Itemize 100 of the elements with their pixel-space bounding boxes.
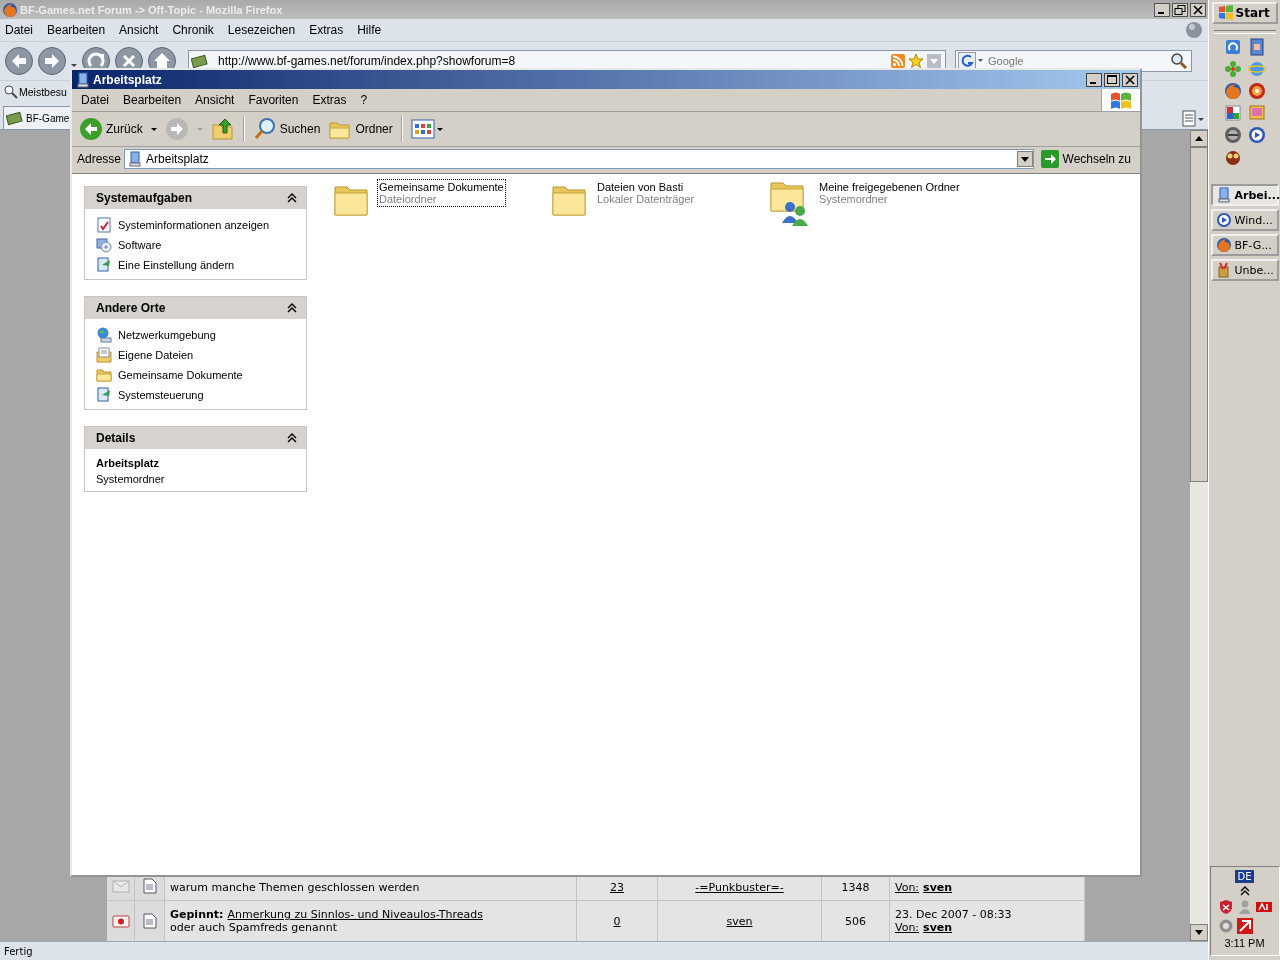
starter-link[interactable]: sven	[726, 914, 753, 928]
scroll-down-button[interactable]	[1190, 924, 1208, 941]
scroll-up-button[interactable]	[1190, 130, 1208, 147]
address-label: Adresse	[77, 152, 122, 166]
dropdown-button[interactable]	[1016, 151, 1033, 167]
taskbar-button[interactable]: BF-G...	[1210, 234, 1279, 256]
paint-brush-icon	[1215, 262, 1232, 278]
topic-link[interactable]: Anmerkung zu Sinnlos- und Niveaulos-Threads	[227, 908, 483, 921]
documents-folder-icon	[96, 347, 112, 363]
folder-icon	[96, 367, 112, 383]
details-name: Arbeitsplatz	[96, 457, 160, 469]
windows-flag-icon	[1109, 90, 1133, 110]
menu-item[interactable]: Bearbeiten	[123, 93, 182, 107]
menu-item[interactable]: Extras	[312, 93, 347, 107]
star-icon[interactable]	[908, 53, 924, 69]
replies-link[interactable]: 0	[613, 914, 621, 928]
browser-icon[interactable]	[1223, 38, 1242, 56]
replies-link[interactable]: 23	[610, 881, 624, 894]
author-label: Von:	[895, 881, 920, 894]
menu-item[interactable]: Favoriten	[248, 93, 299, 107]
topic-description: oder auch Spamfreds genannt	[170, 921, 338, 934]
back-button[interactable]	[4, 46, 34, 76]
folders-button[interactable]: Ordner	[325, 115, 396, 143]
menu-item[interactable]: Bearbeiten	[47, 21, 112, 39]
menu-item[interactable]: Datei	[81, 93, 109, 107]
photo-icon[interactable]	[1223, 104, 1242, 122]
menu-item[interactable]: Datei	[5, 21, 39, 39]
address-field[interactable]: Arbeitsplatz	[124, 149, 1034, 169]
file-item-label[interactable]: Dateien von Basti Lokaler Datenträger	[595, 179, 697, 207]
taskbar-button[interactable]: Wind...	[1210, 209, 1279, 231]
play-circle-icon	[1215, 212, 1232, 228]
author-link[interactable]: sven	[923, 881, 953, 894]
menu-item[interactable]: Hilfe	[357, 21, 388, 39]
file-item-label[interactable]: Gemeinsame Dokumente Dateiordner	[377, 179, 506, 207]
panel-link[interactable]: Systemsteuerung	[96, 387, 298, 403]
clock: 3:11 PM	[1224, 937, 1265, 949]
control-panel-icon	[96, 387, 112, 403]
computer-icon	[1215, 187, 1232, 203]
folder-arrow-icon	[210, 117, 235, 141]
graphics-logo-icon[interactable]	[1255, 899, 1272, 915]
minimize-button[interactable]	[1086, 72, 1102, 87]
panel-header[interactable]: Andere Orte	[85, 297, 306, 319]
desktop-icon[interactable]	[1247, 38, 1266, 56]
panel-link[interactable]: Eine Einstellung ändern	[96, 257, 298, 273]
scrollbar[interactable]	[1190, 130, 1208, 941]
bookmark-item[interactable]: Meistbesu	[4, 85, 67, 99]
panel-header[interactable]: Systemaufgaben	[85, 187, 306, 209]
panel-header[interactable]: Details	[85, 427, 306, 449]
views-count: 1348	[841, 881, 870, 894]
author-link[interactable]: sven	[923, 921, 953, 934]
panel-link[interactable]: Software	[96, 237, 298, 253]
go-button[interactable]: Wechseln zu	[1036, 150, 1137, 168]
panel-link[interactable]: Eigene Dateien	[96, 347, 298, 363]
views-count: 506	[845, 914, 866, 928]
window-title: Arbeitsplatz	[93, 72, 162, 87]
owl-icon[interactable]	[1223, 148, 1242, 166]
globe-fox-icon[interactable]	[1223, 82, 1242, 100]
magnifier-icon	[252, 117, 277, 141]
close-button[interactable]	[1122, 72, 1138, 87]
panel-link[interactable]: Gemeinsame Dokumente	[96, 367, 298, 383]
language-indicator[interactable]: DE	[1235, 870, 1254, 883]
flower-icon[interactable]	[1223, 60, 1242, 78]
globe-fox-icon	[1215, 237, 1232, 253]
play-circle-icon[interactable]	[1247, 126, 1266, 144]
file-item-label[interactable]: Meine freigegebenen Ordner Systemordner	[817, 179, 962, 207]
control-panel-icon	[96, 257, 112, 273]
menu-item[interactable]: Lesezeichen	[227, 21, 302, 39]
topic-description: warum manche Themen geschlossen werden	[170, 881, 421, 894]
search-icon[interactable]	[1170, 52, 1188, 70]
maximize-button[interactable]	[1104, 72, 1120, 87]
menu-item[interactable]: Ansicht	[195, 93, 235, 107]
menu-item[interactable]: Ansicht	[119, 21, 165, 39]
search-input[interactable]: Google	[986, 54, 1168, 68]
scroll-thumb[interactable]	[1190, 147, 1208, 482]
taskbar-button[interactable]: Unbe...	[1210, 259, 1279, 281]
start-button[interactable]: Start	[1211, 2, 1278, 24]
taskbar-button[interactable]: Arbei...	[1210, 184, 1279, 206]
restore-button[interactable]	[1172, 2, 1188, 17]
starter-link[interactable]: -=Punkbuster=-	[695, 881, 784, 894]
magnifier-icon	[4, 85, 18, 99]
shield-icon[interactable]	[1217, 899, 1234, 915]
window-title: BF-Games.net Forum -> Off-Topic - Mozilla Firefox	[20, 3, 283, 16]
envelope-icon	[111, 878, 130, 894]
computer-icon	[128, 151, 143, 167]
pin-icon	[111, 913, 130, 929]
search-button[interactable]: Suchen	[249, 115, 324, 143]
disc-icon[interactable]	[1247, 82, 1266, 100]
status-bar-text: Fertig	[0, 941, 1208, 960]
close-button[interactable]	[1190, 2, 1206, 17]
chevron-up-icon[interactable]	[1239, 886, 1250, 896]
network-globe-icon	[96, 327, 112, 343]
panel-link[interactable]: Netzwerkumgebung	[96, 327, 298, 343]
document-icon	[142, 913, 157, 929]
software-disc-icon	[96, 237, 112, 253]
menu-item[interactable]: ?	[360, 93, 368, 107]
forward-button[interactable]	[37, 46, 67, 76]
minimize-button[interactable]	[1154, 2, 1170, 17]
menu-item[interactable]: Extras	[309, 21, 350, 39]
panel-link[interactable]: Systeminformationen anzeigen	[96, 217, 298, 233]
menu-item[interactable]: Chronik	[172, 21, 220, 39]
